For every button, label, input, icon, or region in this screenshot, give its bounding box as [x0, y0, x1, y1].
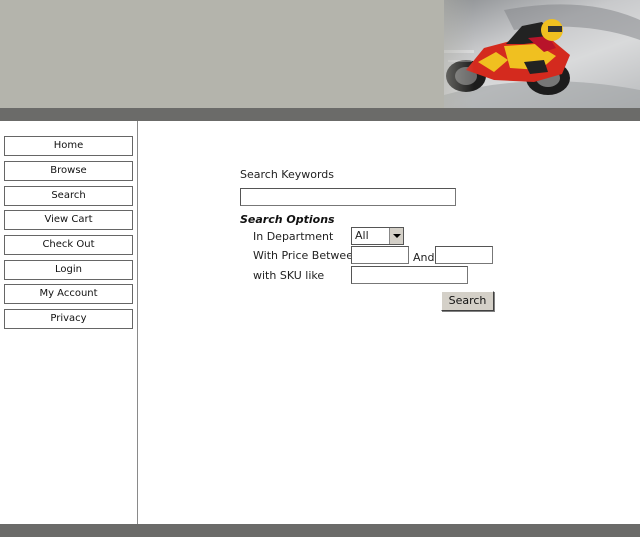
nav-home-button[interactable]: Home [4, 136, 133, 156]
footer-bar [0, 524, 640, 537]
header-divider-bar [0, 108, 640, 121]
price-max-input[interactable] [435, 246, 493, 264]
header [0, 0, 640, 108]
nav-browse-button[interactable]: Browse [4, 161, 133, 181]
chevron-down-icon[interactable] [389, 228, 403, 244]
nav-my-account-button[interactable]: My Account [4, 284, 133, 304]
search-options-heading: Search Options [240, 213, 335, 226]
department-select[interactable]: All [351, 227, 404, 245]
nav-privacy-button[interactable]: Privacy [4, 309, 133, 329]
department-label: In Department [253, 230, 334, 243]
nav-check-out-button[interactable]: Check Out [4, 235, 133, 255]
sku-label: with SKU like [253, 269, 325, 282]
motorcycle-banner-image [414, 0, 640, 108]
search-keywords-label: Search Keywords [240, 168, 334, 181]
nav-login-button[interactable]: Login [4, 260, 133, 280]
department-selected-value: All [355, 229, 369, 242]
price-between-label: With Price Between [253, 249, 360, 262]
search-keywords-input[interactable] [240, 188, 456, 206]
price-min-input[interactable] [351, 246, 409, 264]
search-submit-button[interactable]: Search [441, 291, 494, 311]
price-and-label: And [413, 251, 435, 264]
sidebar: Home Browse Search View Cart Check Out L… [0, 121, 138, 524]
nav-search-button[interactable]: Search [4, 186, 133, 206]
sku-input[interactable] [351, 266, 468, 284]
nav-view-cart-button[interactable]: View Cart [4, 210, 133, 230]
